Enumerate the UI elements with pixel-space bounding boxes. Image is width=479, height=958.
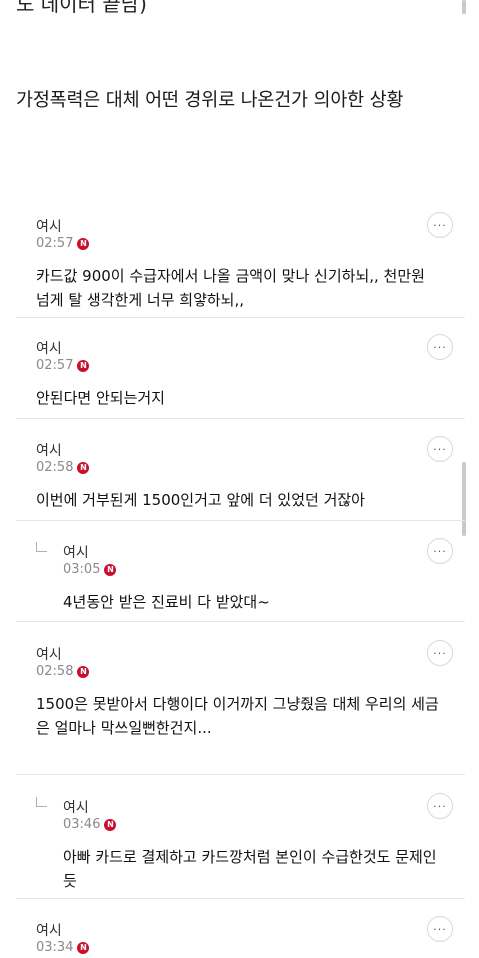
comment-meta: 03:05 N <box>63 562 117 577</box>
comment-nickname[interactable]: 여시 <box>36 338 62 358</box>
more-options-button[interactable]: ··· <box>427 212 453 238</box>
comment-nickname[interactable]: 여시 <box>63 797 89 817</box>
comment-item: 여시 03:34 N ··· <box>16 916 465 958</box>
comment-meta: 02:57 N <box>36 358 90 373</box>
divider <box>16 774 465 775</box>
new-badge-icon: N <box>77 237 90 250</box>
more-options-button[interactable]: ··· <box>427 334 453 360</box>
comment-time: 02:58 <box>36 460 74 475</box>
comment-item: 여시 02:58 N 이번에 거부된게 1500인거고 앞에 더 있었던 거잖아… <box>16 436 465 521</box>
new-badge-icon: N <box>77 941 90 954</box>
reply-arrow-icon <box>36 797 47 807</box>
more-options-button[interactable]: ··· <box>427 640 453 666</box>
more-options-button[interactable]: ··· <box>427 436 453 462</box>
more-options-button[interactable]: ··· <box>427 538 453 564</box>
new-badge-icon: N <box>104 563 117 576</box>
comment-meta: 03:34 N <box>36 940 90 955</box>
comment-time: 02:58 <box>36 664 74 679</box>
comment-item: 여시 02:57 N 카드값 900이 수급자에서 나올 금액이 맞나 신기하뇌… <box>16 212 465 318</box>
reply-item: 여시 03:46 N 아빠 카드로 결제하고 카드깡처럼 본인이 수급한것도 문… <box>16 793 465 899</box>
new-badge-icon: N <box>77 359 90 372</box>
comment-meta: 03:46 N <box>63 817 117 832</box>
comment-meta: 02:58 N <box>36 460 90 475</box>
scrollbar-top[interactable] <box>462 0 466 14</box>
comment-nickname[interactable]: 여시 <box>63 542 89 562</box>
comment-body: 안된다면 안되는거지 <box>36 389 165 407</box>
new-badge-icon: N <box>77 461 90 474</box>
more-options-button[interactable]: ··· <box>427 916 453 942</box>
comment-body: 1500은 못받아서 다행이다 이거까지 그냥줬음 대체 우리의 세금 은 얼마… <box>36 695 439 737</box>
new-badge-icon: N <box>77 665 90 678</box>
comment-nickname[interactable]: 여시 <box>36 920 62 940</box>
comment-time: 02:57 <box>36 358 74 373</box>
comment-time: 03:34 <box>36 940 74 955</box>
comment-body: 이번에 거부된게 1500인거고 앞에 더 있었던 거잖아 <box>36 491 365 509</box>
comment-body: 카드값 900이 수급자에서 나올 금액이 맞나 신기하뇌,, 천만원 넘게 탈… <box>36 267 425 309</box>
reply-arrow-icon <box>36 542 47 552</box>
post-headline: 가정폭력은 대체 어떤 경위로 나온건가 의아한 상황 <box>16 90 404 111</box>
reply-item: 여시 03:05 N 4년동안 받은 진료비 다 받았대~ ··· <box>16 538 465 622</box>
comment-time: 02:57 <box>36 236 74 251</box>
comment-item: 여시 02:57 N 안된다면 안되는거지 ··· <box>16 334 465 419</box>
comment-nickname[interactable]: 여시 <box>36 440 62 460</box>
previous-text-cut: 도 데이터 끝남) <box>16 0 147 16</box>
comment-time: 03:46 <box>63 817 101 832</box>
new-badge-icon: N <box>104 818 117 831</box>
comment-body: 4년동안 받은 진료비 다 받았대~ <box>63 593 270 611</box>
more-options-button[interactable]: ··· <box>427 793 453 819</box>
comment-time: 03:05 <box>63 562 101 577</box>
comment-nickname[interactable]: 여시 <box>36 216 62 236</box>
comment-nickname[interactable]: 여시 <box>36 644 62 664</box>
comment-body: 아빠 카드로 결제하고 카드깡처럼 본인이 수급한것도 문제인 듯 <box>63 848 437 890</box>
comment-item: 여시 02:58 N 1500은 못받아서 다행이다 이거까지 그냥줬음 대체 … <box>16 640 465 754</box>
comment-meta: 02:58 N <box>36 664 90 679</box>
comment-meta: 02:57 N <box>36 236 90 251</box>
